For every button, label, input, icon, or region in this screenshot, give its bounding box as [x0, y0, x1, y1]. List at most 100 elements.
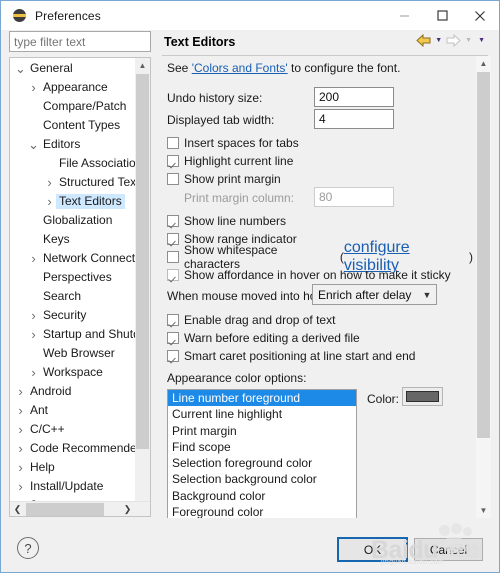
chevron-right-icon[interactable]: › [27, 366, 40, 379]
chevron-right-icon[interactable]: › [43, 195, 56, 208]
colors-and-fonts-link[interactable]: 'Colors and Fonts' [192, 61, 288, 75]
sidebar-item-label: C/C++ [30, 422, 65, 436]
view-menu-icon[interactable]: ▼ [476, 37, 487, 44]
checkbox-box[interactable] [167, 251, 179, 263]
close-icon[interactable] [461, 1, 499, 30]
list-item[interactable]: Selection foreground color [168, 455, 356, 471]
tree-vertical-scrollbar[interactable]: ▲ ▼ [135, 58, 150, 516]
checkbox-box[interactable] [167, 173, 179, 185]
sidebar-item-perspectives[interactable]: Perspectives [10, 268, 136, 287]
chevron-right-icon[interactable]: › [14, 480, 27, 493]
undo-history-input[interactable] [314, 87, 394, 107]
list-item[interactable]: Current line highlight [168, 406, 356, 422]
sidebar-item-search[interactable]: Search [10, 287, 136, 306]
checkbox-smart-caret-positioning[interactable]: Smart caret positioning at line start an… [167, 347, 415, 365]
tab-width-input[interactable] [314, 109, 394, 129]
preferences-dialog: Preferences ⌄General›AppearanceCompare/P… [0, 0, 500, 573]
sidebar-item-content-types[interactable]: Content Types [10, 116, 136, 135]
checkbox-show-line-numbers[interactable]: Show line numbers [167, 212, 286, 230]
checkbox-insert-spaces-for-tabs[interactable]: Insert spaces for tabs [167, 134, 299, 152]
list-item[interactable]: Background color [168, 488, 356, 504]
sidebar-item-compare-patch[interactable]: Compare/Patch [10, 97, 136, 116]
sidebar-item-keys[interactable]: Keys [10, 230, 136, 249]
forward-arrow-icon[interactable] [446, 34, 461, 47]
page-scroll-thumb[interactable] [477, 72, 490, 438]
ok-button[interactable]: OK [337, 537, 408, 562]
sidebar-item-structured-text[interactable]: › Structured Text [10, 173, 136, 192]
list-item[interactable]: Print margin [168, 423, 356, 439]
checkbox-show-whitespace-characters[interactable]: Show whitespace characters (configure vi… [167, 239, 473, 274]
back-dropdown-icon[interactable]: ▼ [433, 37, 444, 44]
checkbox-box[interactable] [167, 137, 179, 149]
forward-dropdown-icon[interactable]: ▼ [463, 37, 474, 44]
chevron-right-icon[interactable]: › [14, 385, 27, 398]
checkbox-box[interactable] [167, 269, 179, 281]
tree-items[interactable]: ⌄ General › Appearance Compare/Patch Content … [10, 58, 136, 504]
tree-hscroll-thumb[interactable] [26, 503, 104, 516]
minimize-icon[interactable] [385, 1, 423, 30]
sidebar-item-install-update[interactable]: › Install/Update [10, 477, 136, 496]
sidebar-item-network-connections[interactable]: ›Network Connections [10, 249, 136, 268]
checkbox-box[interactable] [167, 233, 179, 245]
checkbox-warn-before-editing-derived-file[interactable]: Warn before editing a derived file [167, 329, 360, 347]
list-item[interactable]: Line number foreground [168, 390, 356, 407]
chevron-right-icon[interactable]: › [27, 309, 40, 322]
help-icon[interactable]: ? [17, 537, 39, 559]
print-margin-column-input[interactable] [314, 187, 394, 207]
sidebar-item-help[interactable]: › Help [10, 458, 136, 477]
checkbox-enable-drag-and-drop[interactable]: Enable drag and drop of text [167, 311, 335, 329]
maximize-icon[interactable] [423, 1, 461, 30]
sidebar-item-file-associations[interactable]: File Associations [10, 154, 136, 173]
checkbox-label: Enable drag and drop of text [184, 313, 336, 327]
chevron-right-icon[interactable]: › [14, 404, 27, 417]
checkbox-show-affordance-in-hover[interactable]: Show affordance in hover on how to make … [167, 266, 451, 284]
chevron-down-icon[interactable]: ▼ [418, 290, 436, 300]
scroll-right-icon[interactable]: ❯ [120, 502, 135, 516]
checkbox-highlight-current-line[interactable]: Highlight current line [167, 152, 293, 170]
sidebar-item-android[interactable]: › Android [10, 382, 136, 401]
sidebar-item-general[interactable]: ⌄ General [10, 59, 136, 78]
checkbox-box[interactable] [167, 314, 179, 326]
chevron-down-icon[interactable]: ⌄ [14, 62, 27, 75]
checkbox-box[interactable] [167, 350, 179, 362]
page-vertical-scrollbar[interactable]: ▲ ▼ [476, 56, 491, 518]
list-item[interactable]: Find scope [168, 439, 356, 455]
cancel-button[interactable]: Cancel [414, 538, 483, 561]
chevron-right-icon[interactable]: › [14, 423, 27, 436]
scroll-up-icon[interactable]: ▲ [476, 56, 491, 71]
list-item[interactable]: Selection background color [168, 471, 356, 487]
chevron-right-icon[interactable]: › [14, 442, 27, 455]
checkbox-box[interactable] [167, 155, 179, 167]
sidebar-item-text-editors[interactable]: › Text Editors [10, 192, 136, 211]
sidebar-item-appearance[interactable]: › Appearance [10, 78, 136, 97]
tree-horizontal-scrollbar[interactable]: ❮ ❯ [10, 501, 150, 516]
chevron-right-icon[interactable]: › [27, 81, 40, 94]
tree-scroll-thumb[interactable] [136, 74, 149, 449]
checkbox-box[interactable] [167, 332, 179, 344]
sidebar-item-c-c[interactable]: › C/C++ [10, 420, 136, 439]
color-swatch-button[interactable] [402, 387, 443, 406]
sidebar-item-editors[interactable]: ⌄ Editors [10, 135, 136, 154]
scroll-left-icon[interactable]: ❮ [10, 502, 25, 516]
list-item[interactable]: Foreground color [168, 504, 356, 518]
chevron-right-icon[interactable]: › [27, 328, 40, 341]
chevron-right-icon[interactable]: › [43, 176, 56, 189]
sidebar-item-web-browser[interactable]: Web Browser [10, 344, 136, 363]
filter-input[interactable] [9, 31, 151, 52]
sidebar-item-ant[interactable]: › Ant [10, 401, 136, 420]
chevron-down-icon[interactable]: ⌄ [27, 138, 40, 151]
checkbox-box[interactable] [167, 215, 179, 227]
sidebar-item-startup-and-shutdown[interactable]: ›Startup and Shutdown [10, 325, 136, 344]
chevron-right-icon[interactable]: › [14, 461, 27, 474]
sidebar-item-security[interactable]: › Security [10, 306, 136, 325]
checkbox-show-print-margin[interactable]: Show print margin [167, 170, 281, 188]
scroll-up-icon[interactable]: ▲ [135, 58, 150, 73]
sidebar-item-globalization[interactable]: Globalization [10, 211, 136, 230]
sidebar-item-workspace[interactable]: › Workspace [10, 363, 136, 382]
scroll-down-icon[interactable]: ▼ [476, 503, 491, 518]
chevron-right-icon[interactable]: › [27, 252, 40, 265]
appearance-color-options-list[interactable]: Line number foreground Current line highl… [167, 389, 357, 518]
hover-mode-dropdown[interactable]: Enrich after delay ▼ [312, 284, 437, 305]
sidebar-item-code-recommenders[interactable]: › Code Recommenders [10, 439, 136, 458]
back-arrow-icon[interactable] [416, 34, 431, 47]
